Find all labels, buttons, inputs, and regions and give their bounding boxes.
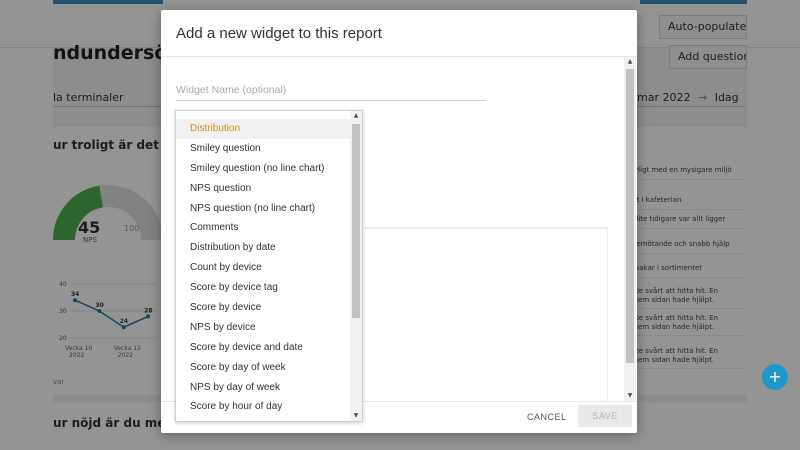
dropdown-option[interactable]: NPS by device — [176, 318, 350, 338]
widget-type-dropdown[interactable]: Distribution Smiley question Smiley questi… — [175, 110, 363, 422]
caret-down-icon[interactable]: ▼ — [350, 411, 362, 421]
dropdown-option[interactable]: Score by hour of day — [176, 397, 350, 417]
preview-border — [362, 228, 609, 229]
dropdown-option[interactable]: Count by device — [176, 258, 350, 278]
dropdown-option[interactable]: Score by device tag — [176, 278, 350, 298]
plus-icon[interactable]: + — [762, 364, 788, 390]
widget-preview-area — [361, 227, 609, 401]
dropdown-option[interactable]: Score by day of week — [176, 358, 350, 378]
dropdown-option[interactable]: Score by device and date — [176, 338, 350, 358]
caret-up-icon[interactable]: ▲ — [624, 57, 636, 67]
widget-type-list: Distribution Smiley question Smiley questi… — [176, 119, 350, 417]
dropdown-option[interactable]: Smiley question (no line chart) — [176, 159, 350, 179]
cancel-button[interactable]: CANCEL — [527, 412, 567, 422]
dropdown-option[interactable]: NPS question (no line chart) — [176, 199, 350, 219]
dropdown-scrollbar[interactable]: ▲ ▼ — [350, 111, 362, 421]
widget-name-input[interactable] — [176, 79, 486, 101]
modal-scroll-thumb[interactable] — [626, 69, 634, 363]
save-button[interactable]: SAVE — [578, 405, 632, 427]
dropdown-option[interactable]: Distribution by date — [176, 238, 350, 258]
dropdown-option[interactable]: NPS by day of week — [176, 378, 350, 398]
dropdown-option[interactable]: NPS question — [176, 179, 350, 199]
modal-title: Add a new widget to this report — [176, 25, 382, 42]
dropdown-option[interactable]: Score by device — [176, 298, 350, 318]
caret-up-icon[interactable]: ▲ — [350, 111, 362, 121]
caret-down-icon[interactable]: ▼ — [624, 391, 636, 401]
dropdown-option[interactable]: Distribution — [176, 119, 350, 139]
dropdown-option[interactable]: Comments — [176, 218, 350, 238]
modal-scrollbar[interactable]: ▲ ▼ — [624, 57, 636, 401]
dropdown-option[interactable]: Smiley question — [176, 139, 350, 159]
dropdown-scroll-thumb[interactable] — [352, 124, 360, 318]
